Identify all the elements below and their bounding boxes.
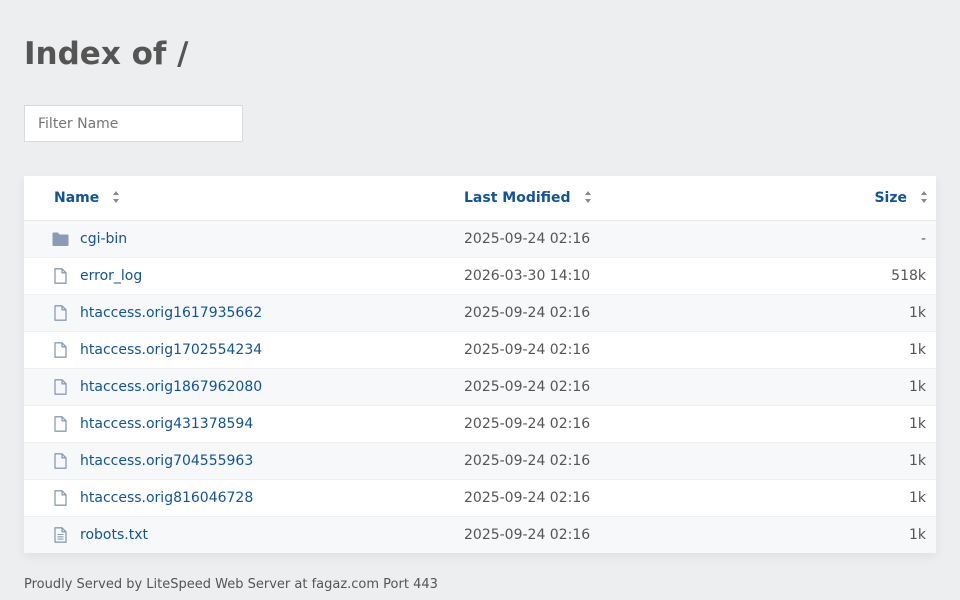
table-header: Name Last Modified Size <box>24 176 936 221</box>
page-title: Index of / <box>24 36 189 72</box>
last-modified-cell: 2025-09-24 02:16 <box>464 527 591 543</box>
name-header-label: Name <box>54 190 100 206</box>
table-row: htaccess.orig704555963 2025-09-24 02:16 1k <box>24 443 936 480</box>
last-modified-cell: 2025-09-24 02:16 <box>464 342 591 358</box>
size-cell: 1k <box>908 453 926 469</box>
sort-by-modified-header[interactable]: Last Modified <box>464 176 592 220</box>
file-link[interactable]: htaccess.orig431378594 <box>80 406 253 442</box>
table-row: robots.txt 2025-09-24 02:16 1k <box>24 517 936 553</box>
last-modified-cell: 2025-09-24 02:16 <box>464 305 591 321</box>
last-modified-cell: 2025-09-24 02:16 <box>464 490 591 506</box>
file-link[interactable]: error_log <box>80 258 142 294</box>
server-footer: Proudly Served by LiteSpeed Web Server a… <box>24 577 438 592</box>
file-icon <box>52 268 69 284</box>
table-row: htaccess.orig816046728 2025-09-24 02:16 1k <box>24 480 936 517</box>
size-cell: 1k <box>908 527 926 543</box>
file-icon <box>52 490 69 506</box>
sort-arrows-icon <box>113 191 120 203</box>
size-cell: 1k <box>908 305 926 321</box>
table-row: cgi-bin 2025-09-24 02:16 - <box>24 221 936 258</box>
file-link[interactable]: htaccess.orig1702554234 <box>80 332 262 368</box>
filter-name-input[interactable] <box>24 105 243 142</box>
size-cell: 1k <box>908 416 926 432</box>
table-row: htaccess.orig431378594 2025-09-24 02:16 1k <box>24 406 936 443</box>
last-modified-cell: 2025-09-24 02:16 <box>464 416 591 432</box>
file-icon <box>52 342 69 358</box>
file-icon <box>52 453 69 469</box>
file-link[interactable]: robots.txt <box>80 517 148 553</box>
folder-icon <box>52 231 69 247</box>
size-cell: - <box>920 231 926 247</box>
sort-by-name-header[interactable]: Name <box>54 176 120 220</box>
file-icon <box>52 416 69 432</box>
file-listing-table: Name Last Modified Size cgi-bin 2025-09-2… <box>24 176 936 553</box>
last-modified-cell: 2025-09-24 02:16 <box>464 379 591 395</box>
file-link[interactable]: htaccess.orig704555963 <box>80 443 253 479</box>
last-modified-cell: 2026-03-30 14:10 <box>464 268 591 284</box>
table-row: htaccess.orig1702554234 2025-09-24 02:16 1… <box>24 332 936 369</box>
table-row: error_log 2026-03-30 14:10 518k <box>24 258 936 295</box>
size-cell: 1k <box>908 379 926 395</box>
file-link[interactable]: htaccess.orig816046728 <box>80 480 253 516</box>
file-link[interactable]: htaccess.orig1617935662 <box>80 295 262 331</box>
last-modified-cell: 2025-09-24 02:16 <box>464 453 591 469</box>
table-row: htaccess.orig1617935662 2025-09-24 02:16 1… <box>24 295 936 332</box>
file-icon <box>52 379 69 395</box>
table-body: cgi-bin 2025-09-24 02:16 - error_log 2026-03… <box>24 221 936 553</box>
file-link[interactable]: cgi-bin <box>80 221 127 257</box>
last-modified-cell: 2025-09-24 02:16 <box>464 231 591 247</box>
size-cell: 518k <box>891 268 926 284</box>
page: Index of / Name Last Modified Size cgi-b… <box>0 0 960 600</box>
size-cell: 1k <box>908 490 926 506</box>
file-icon <box>52 305 69 321</box>
sort-by-size-header[interactable]: Size <box>874 176 928 220</box>
size-cell: 1k <box>908 342 926 358</box>
sort-arrows-icon <box>584 191 592 203</box>
file-link[interactable]: htaccess.orig1867962080 <box>80 369 262 405</box>
modified-header-label: Last Modified <box>464 190 571 206</box>
table-row: htaccess.orig1867962080 2025-09-24 02:16 1… <box>24 369 936 406</box>
text-file-icon <box>52 527 69 543</box>
size-header-label: Size <box>874 190 907 206</box>
sort-arrows-icon <box>921 191 928 203</box>
